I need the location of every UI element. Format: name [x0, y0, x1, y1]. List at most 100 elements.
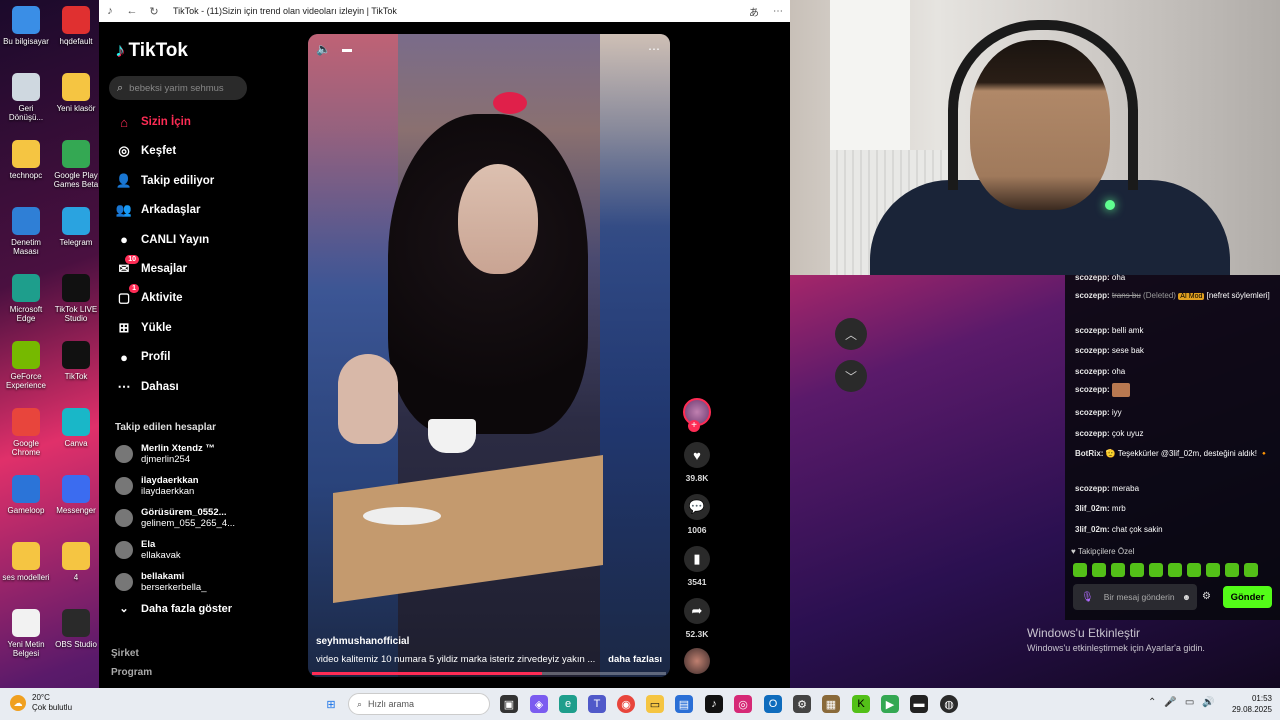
- chat-username[interactable]: scozepp:: [1075, 346, 1110, 355]
- video-more-link[interactable]: daha fazlası: [608, 654, 662, 665]
- desktop-icon[interactable]: hqdefault: [51, 6, 101, 46]
- footer-link-program[interactable]: Program: [111, 667, 152, 678]
- emote-button[interactable]: [1130, 563, 1144, 577]
- tiktok-icon[interactable]: ♪: [705, 695, 723, 713]
- desktop-icon[interactable]: Canva: [51, 408, 101, 448]
- emote-button[interactable]: [1092, 563, 1106, 577]
- copilot-icon[interactable]: ◈: [530, 695, 548, 713]
- chat-username[interactable]: scozepp:: [1075, 429, 1110, 438]
- instagram-icon[interactable]: ◎: [734, 695, 752, 713]
- desktop-icon[interactable]: Yeni Metin Belgesi: [1, 609, 51, 658]
- nav-item[interactable]: ⊞ Yükle: [115, 317, 172, 339]
- desktop-icon[interactable]: Messenger: [51, 475, 101, 515]
- share-button[interactable]: ➦ 52.3K: [679, 598, 715, 639]
- edge-icon[interactable]: e: [559, 695, 577, 713]
- desktop-icon[interactable]: ses modelleri: [1, 542, 51, 582]
- chat-username[interactable]: scozepp:: [1075, 326, 1110, 335]
- comment-button[interactable]: 💬 1006: [679, 494, 715, 535]
- nav-item[interactable]: ◎ Keşfet: [115, 140, 176, 162]
- minecraft-icon[interactable]: ▦: [822, 695, 840, 713]
- gear-icon[interactable]: ⚙: [1202, 591, 1211, 602]
- desktop-icon[interactable]: GeForce Experience: [1, 341, 51, 390]
- mic-icon[interactable]: 🎤: [1164, 697, 1176, 708]
- nav-item[interactable]: ▢ 1 Aktivite: [115, 284, 183, 309]
- volume-icon[interactable]: 🔈: [316, 42, 331, 56]
- desktop-icon[interactable]: Geri Dönüşü...: [1, 73, 51, 122]
- chrome-icon[interactable]: ◉: [617, 695, 635, 713]
- chat-username[interactable]: scozepp:: [1075, 367, 1110, 376]
- creator-live-avatar[interactable]: +: [679, 398, 715, 432]
- emote-button[interactable]: [1149, 563, 1163, 577]
- reload-icon[interactable]: ↻: [143, 5, 165, 18]
- translate-icon[interactable]: あ: [742, 4, 766, 19]
- nav-item[interactable]: 👤 Takip ediliyor: [115, 170, 214, 192]
- browser-menu-icon[interactable]: ⋯: [766, 6, 790, 17]
- emote-button[interactable]: [1111, 563, 1125, 577]
- show-more-button[interactable]: ⌄ Daha fazla göster: [115, 602, 232, 616]
- weather-widget[interactable]: ☁ 20°C Çok bulutlu: [10, 693, 72, 713]
- video-player[interactable]: 🔈 ▬ ⋯ seyhmushanofficial video kalitemiz…: [308, 34, 670, 677]
- follow-plus-icon[interactable]: +: [688, 420, 700, 432]
- chat-username[interactable]: scozepp:: [1075, 385, 1110, 394]
- chat-username[interactable]: scozepp:: [1075, 484, 1110, 493]
- emote-button[interactable]: [1073, 563, 1087, 577]
- desktop-icon[interactable]: Denetim Masası: [1, 207, 51, 256]
- desktop-icon[interactable]: Bu bilgisayar: [1, 6, 51, 46]
- nav-item[interactable]: ⌂ Sizin İçin: [115, 111, 191, 133]
- nav-item[interactable]: ● CANLI Yayın: [115, 229, 209, 251]
- emote-button[interactable]: [1168, 563, 1182, 577]
- terminal-icon[interactable]: ▬: [910, 695, 928, 713]
- play-games-icon[interactable]: ▶: [881, 695, 899, 713]
- emote-button[interactable]: [1244, 563, 1258, 577]
- mic-icon[interactable]: 🎙: [1081, 592, 1094, 602]
- nav-item[interactable]: 👥 Arkadaşlar: [115, 199, 201, 221]
- send-button[interactable]: Gönder: [1223, 586, 1272, 608]
- volume-slider[interactable]: ▬: [342, 44, 352, 55]
- outlook-icon[interactable]: O: [764, 695, 782, 713]
- sound-disc[interactable]: [679, 648, 715, 674]
- like-button[interactable]: ♥ 39.8K: [679, 442, 715, 483]
- tiktok-logo[interactable]: ♪ TikTok: [115, 40, 188, 62]
- desktop-icon[interactable]: Yeni klasör: [51, 73, 101, 113]
- network-icon[interactable]: ▭: [1185, 697, 1194, 708]
- desktop-icon[interactable]: Microsoft Edge: [1, 274, 51, 323]
- followed-account[interactable]: Merlin Xtendz ™ djmerlin254: [115, 440, 215, 468]
- desktop-icon[interactable]: Google Play Games Beta: [51, 140, 101, 189]
- chevron-up-icon[interactable]: ⌃: [1148, 697, 1156, 708]
- nav-item[interactable]: ⋯ Dahası: [115, 376, 179, 398]
- search-input[interactable]: ⌕ bebeksi yarim sehmus: [109, 76, 247, 100]
- kick-icon[interactable]: K: [852, 695, 870, 713]
- file-explorer-icon[interactable]: ▭: [646, 695, 664, 713]
- video-author[interactable]: seyhmushanofficial: [316, 636, 409, 647]
- steam-icon[interactable]: ⚙: [793, 695, 811, 713]
- desktop-icon[interactable]: Google Chrome: [1, 408, 51, 457]
- desktop-icon[interactable]: technopc: [1, 140, 51, 180]
- emote-button[interactable]: [1187, 563, 1201, 577]
- chat-username[interactable]: 3lif_02m:: [1075, 525, 1110, 534]
- save-button[interactable]: ▮ 3541: [679, 546, 715, 587]
- obs-icon[interactable]: ◍: [940, 695, 958, 713]
- volume-icon[interactable]: 🔊: [1202, 697, 1214, 708]
- desktop-icon[interactable]: TikTok: [51, 341, 101, 381]
- followed-account[interactable]: Görüsürem_0552... gelinem_055_265_4...: [115, 504, 235, 532]
- taskbar-clock[interactable]: 01:53 29.08.2025: [1222, 693, 1272, 715]
- start-windows-icon[interactable]: ⊞: [322, 695, 340, 713]
- video-progress-bar[interactable]: [312, 672, 666, 675]
- back-icon[interactable]: ←: [121, 5, 143, 17]
- emote-button[interactable]: [1225, 563, 1239, 577]
- footer-link-company[interactable]: Şirket: [111, 648, 139, 659]
- store-icon[interactable]: ▤: [675, 695, 693, 713]
- emoji-icon[interactable]: ☻: [1182, 592, 1191, 602]
- chat-username[interactable]: 3lif_02m:: [1075, 504, 1110, 513]
- teams-icon[interactable]: T: [588, 695, 606, 713]
- chat-username[interactable]: scozepp:: [1075, 408, 1110, 417]
- desktop-icon[interactable]: Gameloop: [1, 475, 51, 515]
- chat-message-input[interactable]: 🎙 Bir mesaj gönderin ☻: [1073, 584, 1197, 610]
- desktop-icon[interactable]: Telegram: [51, 207, 101, 247]
- chat-username[interactable]: BotRix:: [1075, 449, 1103, 458]
- emote-button[interactable]: [1206, 563, 1220, 577]
- chat-username[interactable]: scozepp:: [1075, 291, 1110, 300]
- desktop-icon[interactable]: OBS Studio: [51, 609, 101, 649]
- nav-item[interactable]: ✉ 10 Mesajlar: [115, 255, 187, 280]
- desktop-icon[interactable]: 4: [51, 542, 101, 582]
